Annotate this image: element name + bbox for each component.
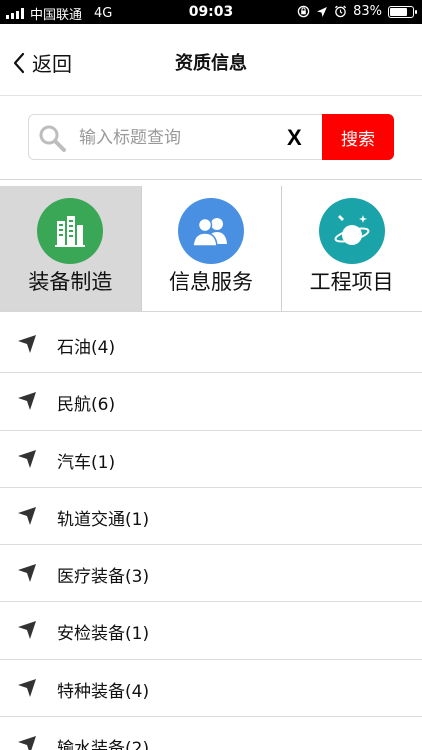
category-label: 工程项目 <box>309 270 394 294</box>
category-information-services[interactable]: 信息服务 <box>140 186 282 311</box>
list-item-label: 石油(4) <box>57 338 116 358</box>
navigation-arrow-icon <box>18 621 36 640</box>
navigation-arrow-icon <box>18 564 36 583</box>
list-item-label: 汽车(1) <box>57 452 116 473</box>
search-area: X 搜索 <box>0 96 422 180</box>
navigation-arrow-icon <box>18 678 36 697</box>
navigation-arrow-icon <box>18 736 36 750</box>
list-item[interactable]: 安检装备(1) <box>0 602 422 660</box>
page-title: 资质信息 <box>175 53 247 74</box>
battery-percent: 83% <box>353 4 382 19</box>
list-item-label: 医疗装备(3) <box>57 567 150 588</box>
list-item-label: 安检装备(1) <box>57 624 150 645</box>
category-icon-circle <box>178 198 244 264</box>
rocket-planet-icon <box>334 215 370 245</box>
list-item[interactable]: 石油(4) <box>0 316 422 374</box>
clear-search-button[interactable]: X <box>287 125 302 151</box>
list-item[interactable]: 输水装备(2) <box>0 717 422 750</box>
navigation-arrow-icon <box>18 335 36 353</box>
rotation-lock-icon <box>297 5 310 18</box>
list-item-label: 民航(6) <box>57 395 116 416</box>
battery-icon <box>388 5 417 18</box>
search-input[interactable] <box>79 123 259 153</box>
users-icon <box>192 217 227 247</box>
list-item[interactable]: 轨道交通(1) <box>0 488 422 546</box>
list-item-label: 轨道交通(1) <box>57 509 150 530</box>
list-item[interactable]: 汽车(1) <box>0 431 422 488</box>
location-icon <box>317 6 328 17</box>
category-label: 信息服务 <box>169 270 253 294</box>
category-engineering-projects[interactable]: 工程项目 <box>281 186 422 311</box>
navigation-arrow-icon <box>18 449 36 468</box>
nav-bar: 返回 资质信息 <box>0 24 422 96</box>
navigation-arrow-icon <box>18 392 36 411</box>
list-item[interactable]: 医疗装备(3) <box>0 545 422 603</box>
alarm-icon <box>335 5 347 18</box>
category-equipment-manufacturing[interactable]: 装备制造 <box>0 186 141 311</box>
category-icon-circle <box>318 198 385 264</box>
category-list: 石油(4) 民航(6) 汽车(1) 轨道交通(1) 医疗装备(3) 安检装备(1… <box>0 316 422 750</box>
list-item-label: 特种装备(4) <box>57 681 150 702</box>
list-item[interactable]: 特种装备(4) <box>0 660 422 718</box>
category-label: 装备制造 <box>28 270 113 294</box>
search-box: X 搜索 <box>28 114 394 160</box>
list-item[interactable]: 民航(6) <box>0 373 422 431</box>
search-button[interactable]: 搜索 <box>322 114 394 160</box>
category-tabs: 装备制造 信息服务 工程项目 <box>0 186 422 312</box>
building-icon <box>55 216 86 247</box>
navigation-arrow-icon <box>18 506 36 525</box>
status-bar: 中国联通 4G 09:03 83% <box>0 0 422 24</box>
search-icon <box>39 125 66 152</box>
category-icon-circle <box>37 198 104 264</box>
list-item-label: 输水装备(2) <box>57 739 150 750</box>
